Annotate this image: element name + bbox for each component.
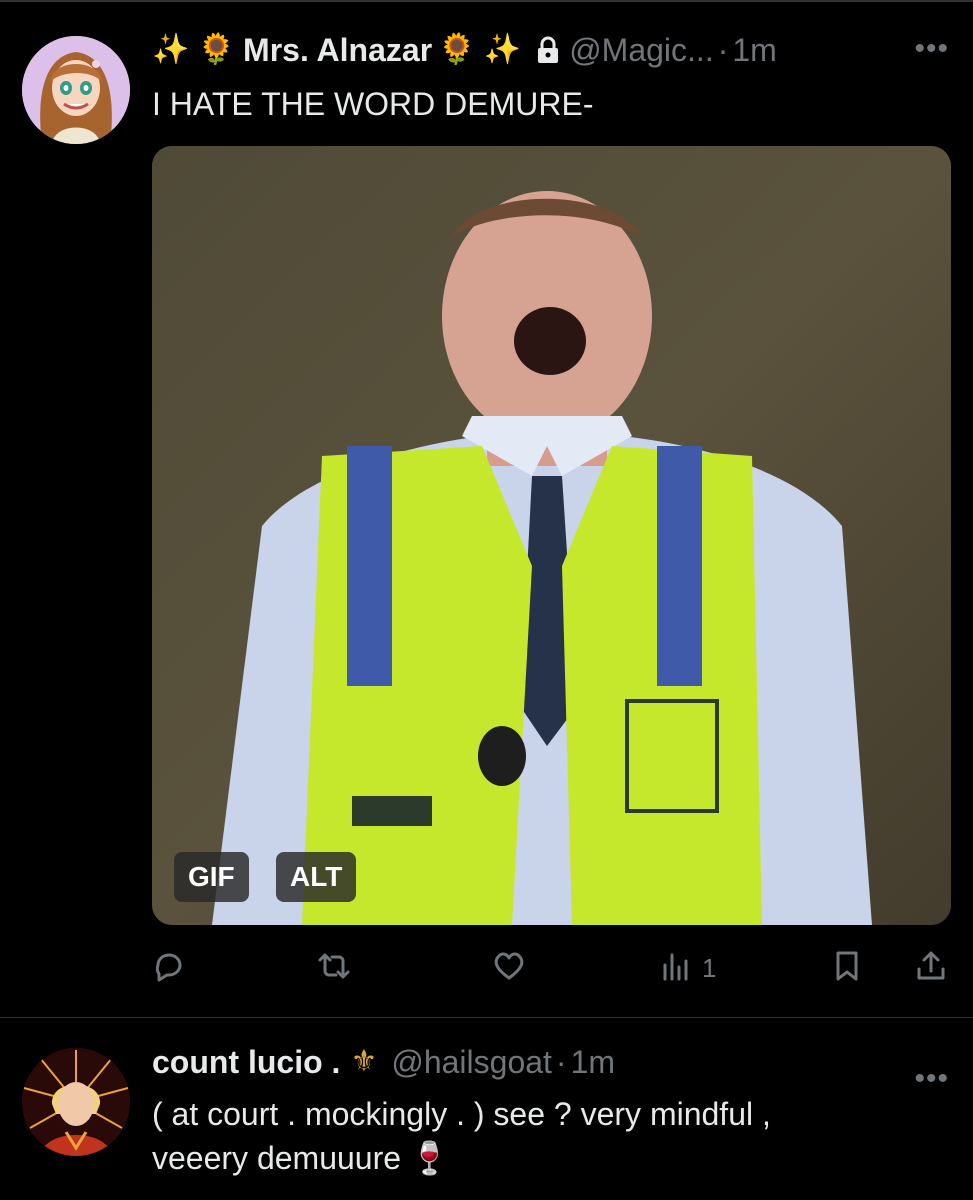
retweet-icon (317, 949, 351, 988)
heart-icon (492, 949, 526, 988)
name-suffix-emoji: ⚜ (350, 1045, 378, 1078)
reply-button[interactable] (152, 942, 186, 994)
handle[interactable]: @hailsgoat (391, 1044, 552, 1081)
timeline: ✨ 🌻 Mrs. Alnazar 🌻 ✨ @Magic... · 1m ••• … (0, 0, 973, 1200)
views-icon (660, 949, 694, 988)
separator-dot: · (555, 1043, 567, 1080)
views-button[interactable]: 1 (660, 942, 716, 994)
avatar-illustration (22, 1048, 130, 1156)
share-button[interactable] (914, 942, 948, 994)
gif-badge: GIF (174, 852, 249, 902)
display-name[interactable]: count lucio . (152, 1044, 340, 1081)
tweet[interactable]: count lucio . ⚜ @hailsgoat · 1m ••• ( at… (0, 1018, 973, 1200)
reply-icon (152, 949, 186, 988)
tweet-text: I HATE THE WORD DEMURE- (152, 86, 594, 122)
views-count: 1 (702, 952, 717, 983)
gif-media[interactable]: GIF ALT (152, 146, 951, 925)
separator-dot: · (717, 31, 729, 68)
avatar[interactable] (22, 36, 130, 144)
handle[interactable]: @Magic... (569, 32, 714, 69)
alt-text-button[interactable]: ALT (276, 852, 357, 902)
timestamp[interactable]: 1m (571, 1044, 615, 1081)
tweet[interactable]: ✨ 🌻 Mrs. Alnazar 🌻 ✨ @Magic... · 1m ••• … (0, 0, 973, 1018)
avatar-illustration (22, 36, 130, 144)
retweet-button[interactable] (317, 942, 351, 994)
lock-icon (535, 35, 561, 65)
more-icon[interactable]: ••• (914, 1062, 949, 1096)
timestamp[interactable]: 1m (732, 32, 776, 69)
display-name[interactable]: Mrs. Alnazar (243, 32, 432, 69)
share-icon (914, 949, 948, 988)
bookmark-icon (830, 949, 864, 988)
gif-frame (152, 146, 951, 925)
bookmark-button[interactable] (830, 942, 864, 994)
tweet-text: ( at court . mockingly . ) see ? very mi… (152, 1096, 771, 1176)
action-bar: 1 (152, 942, 952, 994)
more-icon[interactable]: ••• (914, 32, 949, 66)
name-prefix-emoji: ✨ 🌻 (152, 33, 236, 66)
like-button[interactable] (492, 942, 526, 994)
avatar[interactable] (22, 1048, 130, 1156)
name-suffix-emoji: 🌻 ✨ (438, 33, 522, 66)
tweet-header: count lucio . ⚜ @hailsgoat · 1m (152, 1040, 615, 1084)
tweet-header: ✨ 🌻 Mrs. Alnazar 🌻 ✨ @Magic... · 1m (152, 28, 777, 72)
